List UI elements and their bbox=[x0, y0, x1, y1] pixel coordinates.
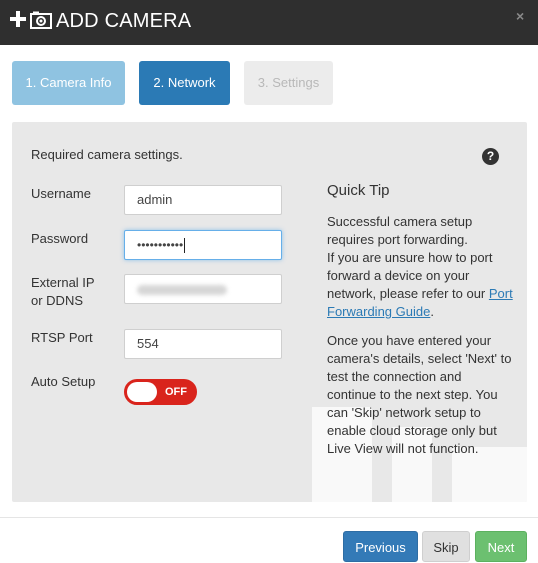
toggle-state-text: OFF bbox=[165, 386, 187, 398]
tip-line: Successful camera setup bbox=[327, 214, 473, 229]
network-settings-panel: Required camera settings. ? Username adm… bbox=[12, 122, 527, 502]
dialog-titlebar: ADD CAMERA × bbox=[0, 0, 538, 45]
password-input[interactable]: ••••••••••• bbox=[124, 230, 282, 260]
footer-divider bbox=[0, 517, 538, 518]
auto-setup-label: Auto Setup bbox=[31, 374, 96, 389]
dialog-title: ADD CAMERA bbox=[56, 10, 192, 32]
skip-button[interactable]: Skip bbox=[422, 531, 470, 562]
close-icon[interactable]: × bbox=[516, 8, 524, 24]
tip-punctuation: . bbox=[430, 304, 434, 319]
tip-line: enable cloud storage only but bbox=[327, 423, 497, 438]
quick-tip-paragraph-2: Once you have entered your camera's deta… bbox=[327, 332, 527, 458]
text-caret bbox=[184, 238, 186, 254]
tip-line: Once you have entered your bbox=[327, 333, 492, 348]
next-button[interactable]: Next bbox=[475, 531, 527, 562]
quick-tip-title: Quick Tip bbox=[327, 182, 390, 199]
external-ip-label: External IP or DDNS bbox=[31, 274, 95, 310]
tip-line: continue to the next step. You bbox=[327, 387, 498, 402]
camera-icon bbox=[30, 11, 52, 29]
password-value: ••••••••••• bbox=[137, 238, 184, 252]
external-ip-input[interactable] bbox=[124, 274, 282, 304]
tip-line: network, please refer to our bbox=[327, 286, 486, 301]
rtsp-port-label: RTSP Port bbox=[31, 330, 93, 345]
step-network[interactable]: 2. Network bbox=[139, 61, 230, 105]
tip-line: can 'Skip' network setup to bbox=[327, 405, 481, 420]
rtsp-port-input[interactable]: 554 bbox=[124, 329, 282, 359]
port-forwarding-guide-link[interactable]: Forwarding Guide bbox=[327, 304, 430, 319]
quick-tip-paragraph-1: Successful camera setup requires port fo… bbox=[327, 213, 527, 321]
tip-line: requires port forwarding. bbox=[327, 232, 468, 247]
previous-button[interactable]: Previous bbox=[343, 531, 418, 562]
toggle-knob bbox=[127, 382, 157, 402]
tip-line: Live View will not function. bbox=[327, 441, 479, 456]
port-forwarding-guide-link[interactable]: Port bbox=[489, 286, 513, 301]
tip-line: test the connection and bbox=[327, 369, 462, 384]
external-ip-label-line1: External IP bbox=[31, 275, 95, 290]
redacted-ip-value bbox=[137, 285, 227, 295]
step-camera-info[interactable]: 1. Camera Info bbox=[12, 61, 125, 105]
password-label: Password bbox=[31, 231, 89, 246]
required-settings-text: Required camera settings. bbox=[31, 147, 183, 162]
tip-line: camera's details, select 'Next' to bbox=[327, 351, 512, 366]
tip-line: If you are unsure how to port bbox=[327, 250, 493, 265]
help-icon[interactable]: ? bbox=[482, 148, 499, 165]
step-settings: 3. Settings bbox=[244, 61, 333, 105]
username-label: Username bbox=[31, 186, 91, 201]
plus-icon bbox=[10, 11, 26, 27]
tip-line: forward a device on your bbox=[327, 268, 470, 283]
external-ip-label-line2: or DDNS bbox=[31, 293, 84, 308]
auto-setup-toggle[interactable]: OFF bbox=[124, 379, 197, 405]
username-input[interactable]: admin bbox=[124, 185, 282, 215]
